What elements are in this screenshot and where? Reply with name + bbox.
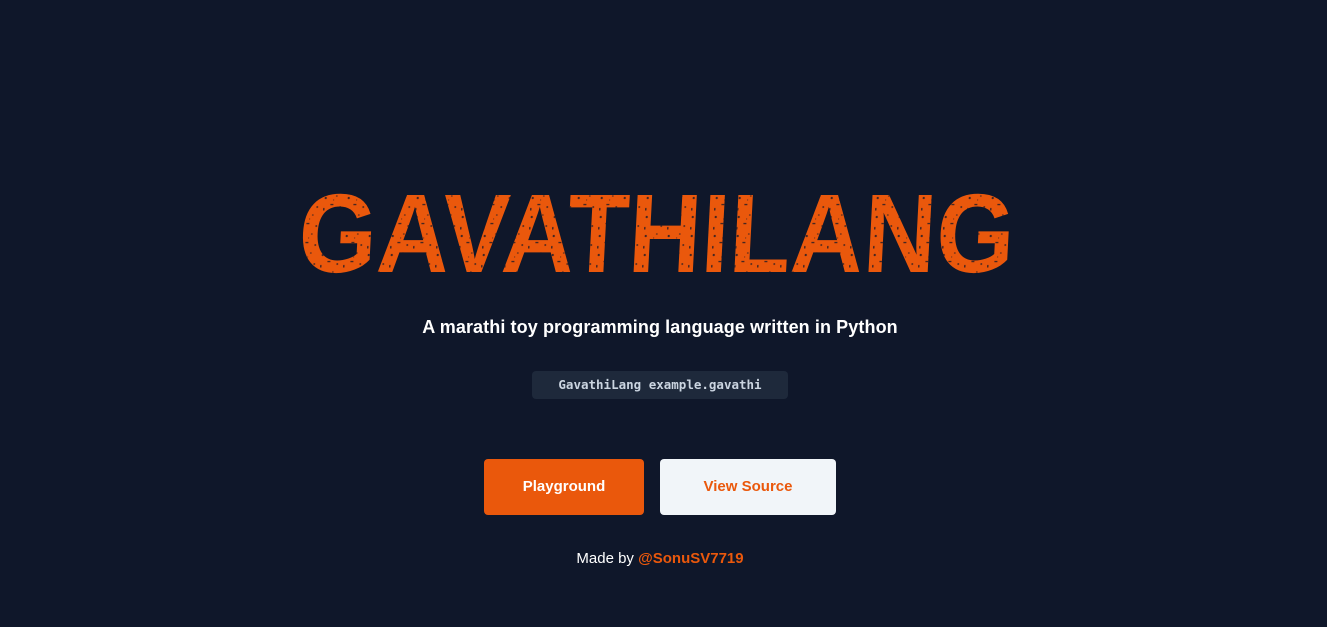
footer: Made by @SonuSV7719 xyxy=(0,550,1320,567)
hero-section: GAVATHILANG GAVATHILANG A marathi toy pr… xyxy=(0,0,1327,627)
logo-graphic: GAVATHILANG GAVATHILANG xyxy=(296,174,1016,280)
logo-texture: GAVATHILANG xyxy=(296,174,1016,280)
author-link[interactable]: @SonuSV7719 xyxy=(638,550,744,567)
footer-prefix: Made by xyxy=(576,550,634,567)
playground-button[interactable]: Playground xyxy=(484,459,644,515)
logo: GAVATHILANG GAVATHILANG xyxy=(296,174,1016,280)
command-snippet: GavathiLang example.gavathi xyxy=(532,371,788,399)
view-source-button[interactable]: View Source xyxy=(660,459,836,515)
tagline: A marathi toy programming language writt… xyxy=(422,317,898,337)
